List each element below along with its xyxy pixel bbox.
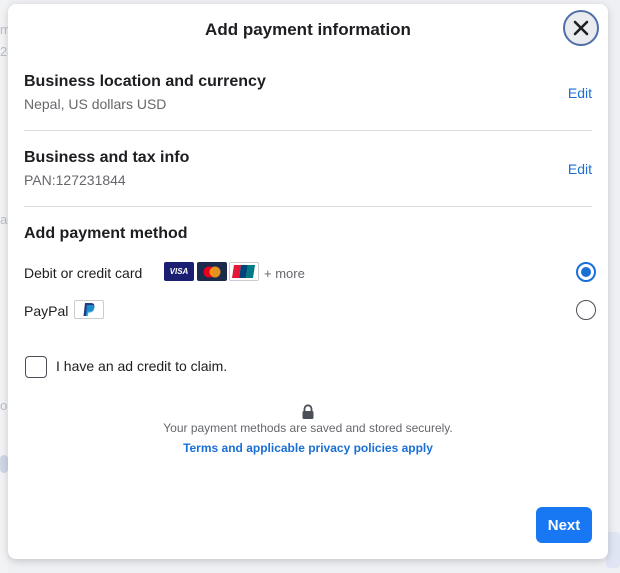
ad-credit-label[interactable]: I have an ad credit to claim. — [56, 358, 227, 374]
lock-icon — [302, 404, 314, 419]
card-option-label: Debit or credit card — [24, 265, 143, 281]
modal-title: Add payment information — [205, 20, 411, 39]
business-tax-value: PAN:127231844 — [24, 172, 126, 188]
background-chip — [0, 455, 8, 473]
more-cards-label: + more — [264, 266, 305, 281]
background-chip — [606, 532, 620, 568]
close-button[interactable] — [563, 10, 599, 46]
terms-link[interactable]: Terms and applicable privacy policies ap… — [8, 441, 608, 455]
edit-business-tax-link[interactable]: Edit — [568, 161, 592, 177]
edit-business-location-link[interactable]: Edit — [568, 85, 592, 101]
business-location-title: Business location and currency — [24, 73, 266, 90]
ad-credit-checkbox[interactable] — [25, 356, 47, 378]
divider — [24, 130, 592, 131]
close-icon — [573, 20, 589, 36]
next-button[interactable]: Next — [536, 507, 592, 543]
security-note: Your payment methods are saved and store… — [163, 421, 453, 435]
background-left-strip — [0, 0, 8, 573]
paypal-radio[interactable] — [576, 300, 596, 320]
business-tax-title: Business and tax info — [24, 149, 190, 166]
payment-method-title: Add payment method — [24, 225, 188, 242]
paypal-icon — [74, 300, 104, 319]
visa-icon: VISA — [164, 262, 194, 281]
payment-modal: Add payment information Business locatio… — [8, 4, 608, 559]
divider — [24, 206, 592, 207]
card-radio[interactable] — [576, 262, 596, 282]
business-location-value: Nepal, US dollars USD — [24, 96, 167, 112]
mastercard-icon — [197, 262, 227, 281]
unionpay-icon — [229, 262, 259, 281]
paypal-option-label: PayPal — [24, 303, 69, 319]
